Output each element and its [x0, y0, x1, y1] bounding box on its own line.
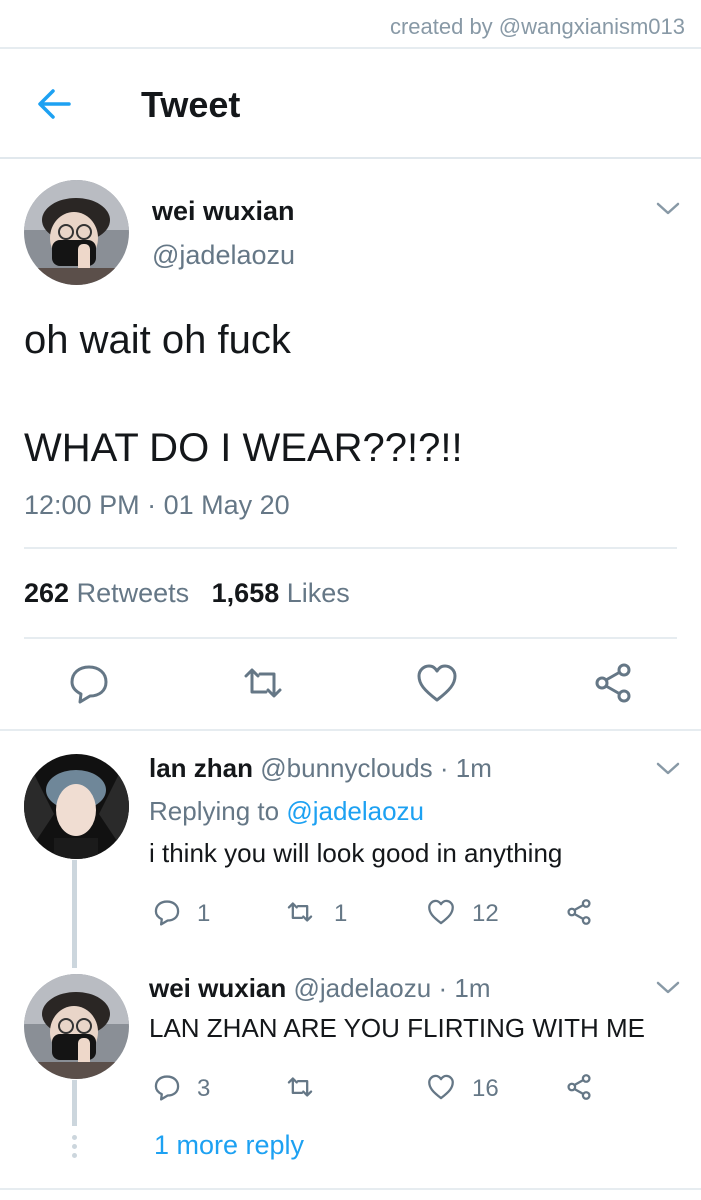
reply-button[interactable] [66, 660, 112, 706]
like-count: 12 [472, 900, 499, 927]
retweets-count: 262 [24, 578, 70, 608]
likes-label: Likes [286, 578, 350, 608]
divider [24, 547, 677, 549]
divider [0, 729, 701, 731]
avatar[interactable] [24, 974, 129, 1079]
tweet-date: 01 May 20 [163, 490, 290, 520]
tweet-timestamp: 12:00 PM · 01 May 20 [24, 490, 290, 521]
separator: · [438, 973, 448, 1003]
reply-time: 1m [455, 753, 492, 783]
separator: · [147, 490, 157, 520]
page-title: Tweet [141, 84, 241, 125]
reply-time: 1m [454, 973, 491, 1003]
tweet-text-line: oh wait oh fuck [24, 318, 291, 362]
reply-author-name[interactable]: wei wuxian [149, 973, 286, 1003]
thread-line [72, 1080, 77, 1126]
like-icon [428, 899, 454, 925]
retweets-label: Retweets [76, 578, 190, 608]
reply-text: i think you will look good in anything [149, 838, 563, 868]
like-button[interactable] [414, 660, 460, 706]
reply-button[interactable] [152, 897, 182, 927]
reply-count: 3 [197, 1075, 211, 1102]
replying-to-label: Replying to [149, 796, 280, 826]
reply-count: 1 [197, 900, 211, 927]
likes-stat[interactable]: 1,658 Likes [212, 578, 350, 608]
retweet-button[interactable] [240, 660, 286, 706]
watermark: created by @wangxianism013 [389, 14, 685, 39]
divider [0, 47, 701, 49]
share-button[interactable] [590, 660, 636, 706]
reply-header: lan zhan @bunnyclouds · 1m [149, 753, 492, 784]
thread-line [72, 860, 77, 968]
retweet-count: 1 [334, 900, 348, 927]
retweet-icon [244, 668, 282, 698]
tweet-stats: 262 Retweets 1,658 Likes [24, 578, 350, 609]
reply-icon [70, 665, 108, 704]
chevron-down-icon [656, 202, 680, 215]
divider [24, 637, 677, 639]
divider [0, 1188, 701, 1190]
chevron-down-icon [656, 762, 680, 775]
reply-author-handle[interactable]: @bunnyclouds [260, 753, 432, 783]
tweet-time: 12:00 PM [24, 490, 140, 520]
replying-to-link[interactable]: @jadelaozu [286, 796, 424, 826]
tweet-text-line: WHAT DO I WEAR??!?!! [24, 426, 463, 470]
avatar[interactable] [24, 180, 129, 285]
reply-header: wei wuxian @jadelaozu · 1m [149, 973, 490, 1004]
like-icon [428, 1074, 454, 1100]
more-replies-link[interactable]: 1 more reply [154, 1130, 304, 1161]
like-button[interactable] [426, 897, 456, 927]
share-icon [595, 663, 631, 703]
retweet-icon [287, 902, 313, 922]
like-count: 16 [472, 1075, 499, 1102]
retweet-button[interactable] [285, 897, 315, 927]
retweet-button[interactable] [285, 1072, 315, 1102]
separator: · [439, 753, 449, 783]
like-button[interactable] [426, 1072, 456, 1102]
like-icon [417, 664, 457, 702]
reply-icon [154, 1075, 180, 1101]
tweet-options-button[interactable] [655, 980, 681, 996]
reply-author-handle[interactable]: @jadelaozu [294, 973, 432, 1003]
tweet-options-button[interactable] [655, 761, 681, 777]
author-name[interactable]: wei wuxian [152, 196, 295, 227]
likes-count: 1,658 [211, 578, 280, 608]
tweet-options-button[interactable] [655, 201, 681, 217]
reply-button[interactable] [152, 1072, 182, 1102]
share-icon [567, 1074, 591, 1100]
header-divider [0, 157, 701, 159]
replying-to: Replying to @jadelaozu [149, 796, 424, 827]
chevron-down-icon [656, 981, 680, 994]
reply-icon [154, 900, 180, 926]
reply-author-name[interactable]: lan zhan [149, 753, 253, 783]
share-button[interactable] [564, 1072, 594, 1102]
thread-dots [72, 1135, 77, 1162]
share-button[interactable] [564, 897, 594, 927]
retweets-stat[interactable]: 262 Retweets [24, 578, 189, 608]
avatar[interactable] [24, 754, 129, 859]
author-handle[interactable]: @jadelaozu [152, 240, 295, 271]
back-arrow-icon [38, 89, 71, 119]
retweet-icon [287, 1077, 313, 1097]
reply-text: LAN ZHAN ARE YOU FLIRTING WITH ME [149, 1013, 645, 1043]
share-icon [567, 899, 591, 925]
back-button[interactable] [33, 82, 77, 126]
